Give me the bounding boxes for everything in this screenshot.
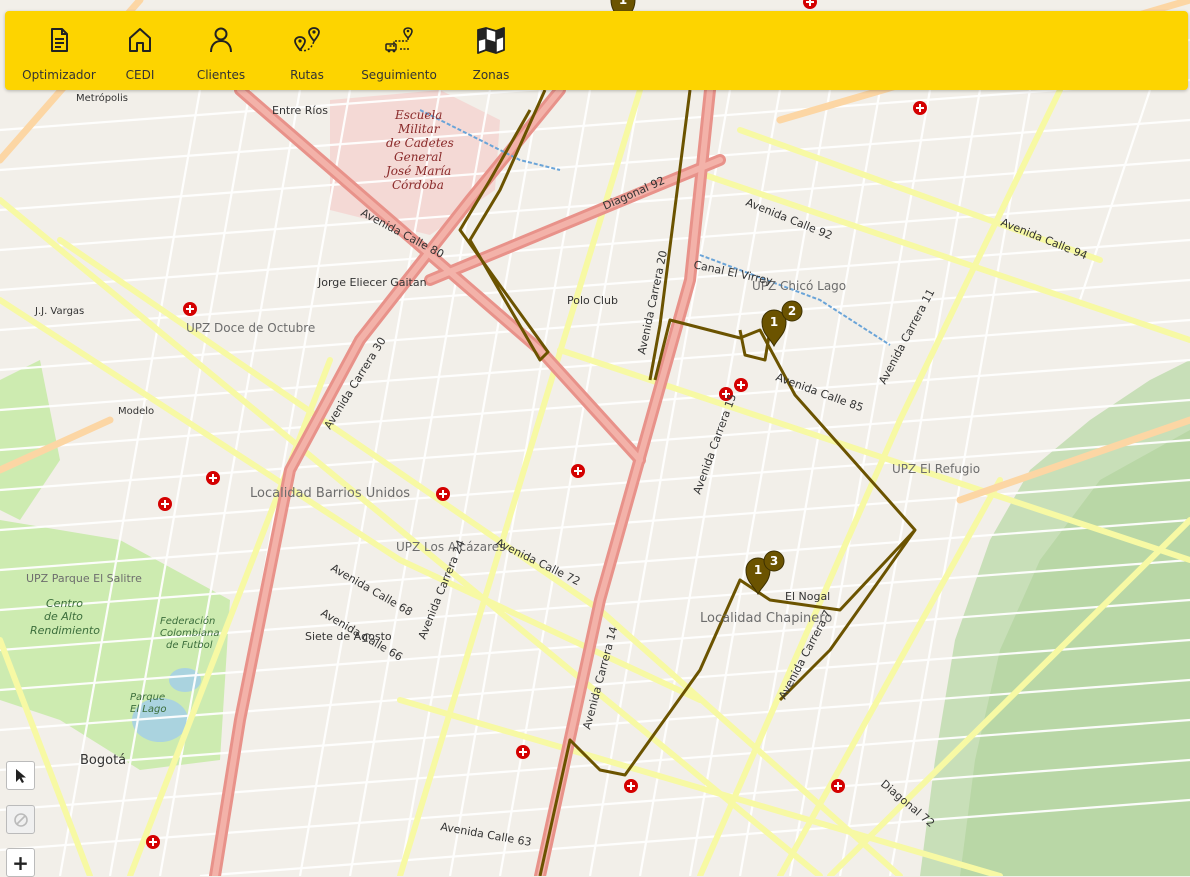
park-label: Colombiana: [160, 628, 219, 639]
poi-label: de Cadetes: [386, 136, 454, 150]
zoom-in-button[interactable]: +: [6, 848, 35, 877]
park-label: de Futbol: [166, 640, 213, 651]
area-label: UPZ Parque El Salitre: [26, 572, 142, 585]
park-label: Rendimiento: [30, 624, 100, 637]
toolbar-label: Seguimiento: [361, 68, 437, 82]
park-label: El Lago: [130, 704, 166, 715]
user-icon: [210, 27, 232, 53]
park-label: Federación: [160, 615, 215, 627]
map-canvas[interactable]: UPZ Chicó Lago UPZ Doce de Octubre Local…: [0, 0, 1190, 876]
area-label: Modelo: [118, 406, 154, 417]
toolbar-label: CEDI: [125, 68, 155, 82]
poi-label: Córdoba: [392, 178, 444, 192]
area-label: Metrópolis: [76, 92, 128, 104]
area-label: Polo Club: [567, 294, 618, 307]
main-toolbar: Optimizador CEDI Clientes Rutas Seguimie…: [5, 11, 1188, 90]
document-icon: [51, 28, 68, 52]
area-label: Entre Ríos: [272, 104, 328, 117]
area-label: El Nogal: [785, 590, 830, 603]
poi-label: General: [394, 150, 442, 164]
marker-number: 1: [754, 563, 762, 577]
cursor-arrow-icon: [15, 768, 26, 783]
toolbar-label: Optimizador: [22, 68, 96, 82]
park-label: Centro: [46, 597, 83, 610]
area-label: J.J. Vargas: [34, 306, 84, 317]
area-label: Localidad Chapinero: [700, 611, 832, 626]
home-icon: [129, 28, 151, 52]
toolbar-item-cedi[interactable]: CEDI: [107, 11, 173, 90]
disabled-circle-icon: [13, 812, 28, 827]
toolbar-item-seguimiento[interactable]: Seguimiento: [345, 11, 453, 90]
marker-number: 1: [770, 315, 778, 329]
toolbar-item-rutas[interactable]: Rutas: [269, 11, 345, 90]
toolbar-label: Rutas: [290, 68, 324, 82]
zoom-in-label: +: [12, 850, 29, 875]
area-label: Localidad Barrios Unidos: [250, 486, 410, 501]
zone-map-icon: [477, 27, 505, 54]
select-tool-button[interactable]: [6, 761, 35, 790]
route-pins-icon: [294, 27, 320, 52]
toolbar-item-clientes[interactable]: Clientes: [173, 11, 269, 90]
toolbar-label: Zonas: [472, 68, 510, 82]
area-label: UPZ El Refugio: [892, 462, 980, 476]
area-label: Jorge Eliecer Gaitan: [317, 276, 427, 289]
route-stop-badge[interactable]: 3: [763, 550, 785, 572]
park-label: Parque: [130, 692, 165, 703]
poi-label: Escuela: [394, 108, 442, 122]
poi-label: José María: [383, 164, 451, 178]
toolbar-item-optimizador[interactable]: Optimizador: [11, 11, 107, 90]
park-label: de Alto: [44, 610, 83, 623]
marker-number: 1: [619, 0, 627, 7]
tracking-icon: [385, 27, 413, 53]
clear-tool-button[interactable]: [6, 805, 35, 834]
toolbar-label: Clientes: [196, 68, 246, 82]
marker-number: 3: [770, 554, 778, 568]
toolbar-item-zonas[interactable]: Zonas: [453, 11, 529, 90]
route-stop-badge[interactable]: 2: [781, 300, 803, 322]
poi-label: Militar: [397, 122, 441, 136]
marker-number: 2: [788, 304, 796, 318]
area-label: Bogotá: [80, 753, 126, 768]
area-label: UPZ Doce de Octubre: [186, 321, 315, 335]
